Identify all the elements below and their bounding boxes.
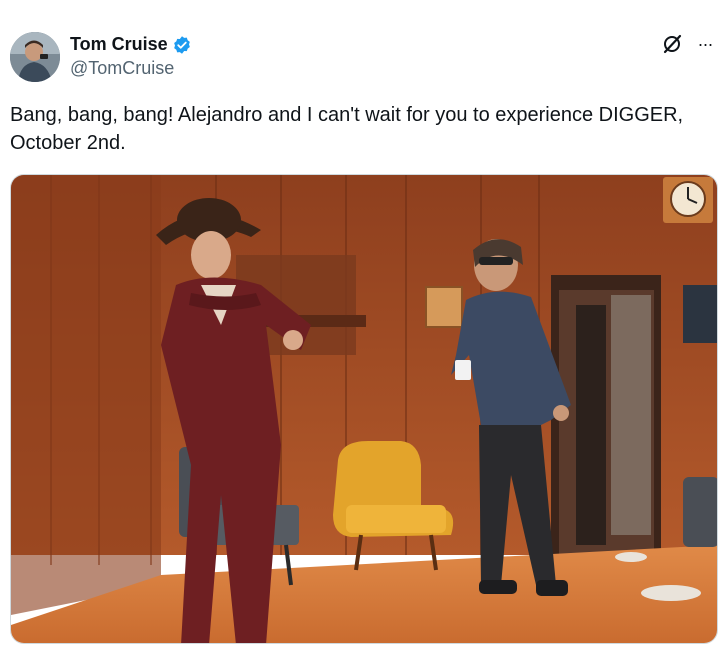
tweet-media-photo[interactable] xyxy=(10,174,718,644)
author-display-name[interactable]: Tom Cruise xyxy=(70,34,168,55)
photo-scene xyxy=(11,175,717,643)
author-name-row[interactable]: Tom Cruise xyxy=(70,34,192,55)
tweet-text: Bang, bang, bang! Alejandro and I can't … xyxy=(10,104,684,154)
author-avatar[interactable] xyxy=(10,32,60,82)
more-options-icon[interactable]: ··· xyxy=(694,33,716,55)
author-handle[interactable]: @TomCruise xyxy=(70,58,174,79)
grok-icon[interactable] xyxy=(661,33,683,55)
avatar-image xyxy=(10,32,60,82)
verified-badge-icon xyxy=(172,35,192,55)
